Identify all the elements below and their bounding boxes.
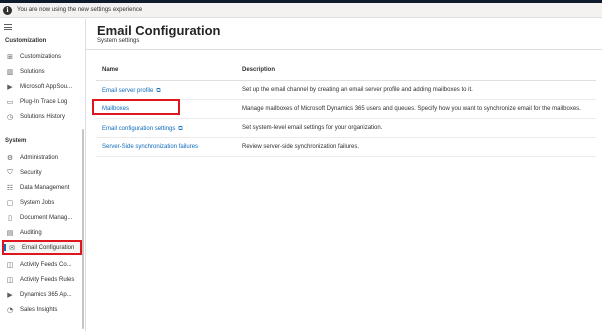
activity-feeds-icon: ◫ [6, 260, 14, 269]
sidebar-item-label: Solutions History [20, 113, 66, 120]
sidebar-section-customization: Customization [5, 38, 47, 44]
appsource-icon: ▶ [7, 82, 13, 91]
row-description: Set up the email channel by creating an … [242, 87, 473, 93]
sidebar-item-label: Security [20, 169, 42, 176]
sidebar-scrollbar[interactable] [82, 129, 84, 329]
page-subtitle: System settings [97, 38, 140, 44]
sidebar-item-appsource[interactable]: ▶ Microsoft AppSou... [2, 79, 82, 94]
solutions-icon: ▥ [6, 67, 14, 76]
history-icon: ◷ [6, 112, 14, 121]
page-title: Email Configuration [97, 23, 221, 38]
sidebar-item-sales-insights[interactable]: ◔ Sales Insights [2, 302, 82, 317]
sidebar-item-customizations[interactable]: ⊞ Customizations [2, 49, 82, 64]
sidebar-item-label: Plug-In Trace Log [20, 98, 68, 105]
data-management-icon: ☷ [6, 183, 14, 192]
system-jobs-icon: ▢ [6, 198, 14, 207]
sidebar-item-label: Activity Feeds Rules [20, 276, 75, 283]
row-description: Manage mailboxes of Microsoft Dynamics 3… [242, 106, 581, 112]
banner-text: You are now using the new settings exper… [17, 7, 143, 13]
sidebar: Customization ⊞ Customizations ▥ Solutio… [0, 19, 86, 331]
sidebar-item-plugin-trace-log[interactable]: ▭ Plug-In Trace Log [2, 94, 82, 109]
sidebar-item-label: Auditing [20, 229, 42, 236]
sidebar-item-label: Document Manag... [20, 214, 73, 221]
sidebar-item-dynamics-apps[interactable]: ▶ Dynamics 365 Ap... [2, 287, 82, 302]
sidebar-section-system: System [5, 138, 27, 144]
hamburger-menu-icon[interactable] [4, 24, 12, 30]
settings-banner: i You are now using the new settings exp… [0, 3, 602, 18]
sales-insights-icon: ◔ [6, 305, 14, 314]
sidebar-item-label: Data Management [20, 184, 70, 191]
table-header: Name Description [96, 59, 596, 81]
table-row: Email server profile ⧉ Set up the email c… [96, 81, 596, 100]
sidebar-item-email-configuration[interactable]: ✉ Email Configuration [2, 240, 82, 255]
sidebar-item-label: Dynamics 365 Ap... [20, 291, 72, 298]
sidebar-item-document-management[interactable]: ▯ Document Manag... [2, 210, 82, 225]
email-configuration-settings-link[interactable]: Email configuration settings ⧉ [102, 125, 183, 133]
row-description: Set system-level email settings for your… [242, 125, 383, 131]
table-row: Email configuration settings ⧉ Set system… [96, 119, 596, 138]
administration-icon: ⚙ [6, 153, 14, 162]
sidebar-item-label: Customizations [20, 53, 62, 60]
activity-rules-icon: ◫ [6, 275, 14, 284]
sidebar-item-solutions[interactable]: ▥ Solutions [2, 64, 82, 79]
info-icon: i [3, 5, 12, 15]
open-external-icon: ⧉ [178, 125, 183, 132]
security-icon: ⛉ [7, 168, 13, 176]
sidebar-item-label: Email Configuration [22, 244, 75, 251]
trace-log-icon: ▭ [6, 97, 14, 106]
column-header-name: Name [102, 67, 119, 73]
document-management-icon: ▯ [8, 213, 12, 222]
column-header-description: Description [242, 67, 276, 73]
open-external-icon: ⧉ [156, 87, 161, 94]
divider [86, 49, 602, 50]
sidebar-item-activity-feeds-config[interactable]: ◫ Activity Feeds Co... [2, 257, 82, 272]
sidebar-item-label: Solutions [20, 68, 45, 75]
sidebar-item-label: Microsoft AppSou... [20, 83, 73, 90]
server-side-sync-failures-link[interactable]: Server-Side synchronization failures [102, 144, 198, 150]
sidebar-item-label: Sales Insights [20, 306, 58, 313]
sidebar-item-system-jobs[interactable]: ▢ System Jobs [2, 195, 82, 210]
sidebar-item-auditing[interactable]: ▤ Auditing [2, 225, 82, 240]
sidebar-item-activity-feeds-rules[interactable]: ◫ Activity Feeds Rules [2, 272, 82, 287]
dynamics-apps-icon: ▶ [7, 290, 13, 299]
customizations-icon: ⊞ [7, 52, 13, 61]
auditing-icon: ▤ [6, 228, 14, 237]
email-icon: ✉ [9, 243, 15, 252]
table-row: Mailboxes Manage mailboxes of Microsoft … [92, 99, 596, 119]
sidebar-item-administration[interactable]: ⚙ Administration [2, 150, 82, 165]
sidebar-item-solutions-history[interactable]: ◷ Solutions History [2, 109, 82, 124]
row-description: Review server-side synchronization failu… [242, 144, 360, 150]
sidebar-item-label: Activity Feeds Co... [20, 261, 72, 268]
email-server-profile-link[interactable]: Email server profile ⧉ [102, 87, 161, 95]
main-content: Email Configuration System settings Name… [86, 19, 602, 331]
sidebar-item-label: System Jobs [20, 199, 55, 206]
sidebar-item-label: Administration [20, 154, 59, 161]
sidebar-item-security[interactable]: ⛉ Security [2, 165, 82, 180]
sidebar-item-data-management[interactable]: ☷ Data Management [2, 180, 82, 195]
mailboxes-link[interactable]: Mailboxes [102, 106, 129, 112]
table-row: Server-Side synchronization failures Rev… [96, 138, 596, 157]
